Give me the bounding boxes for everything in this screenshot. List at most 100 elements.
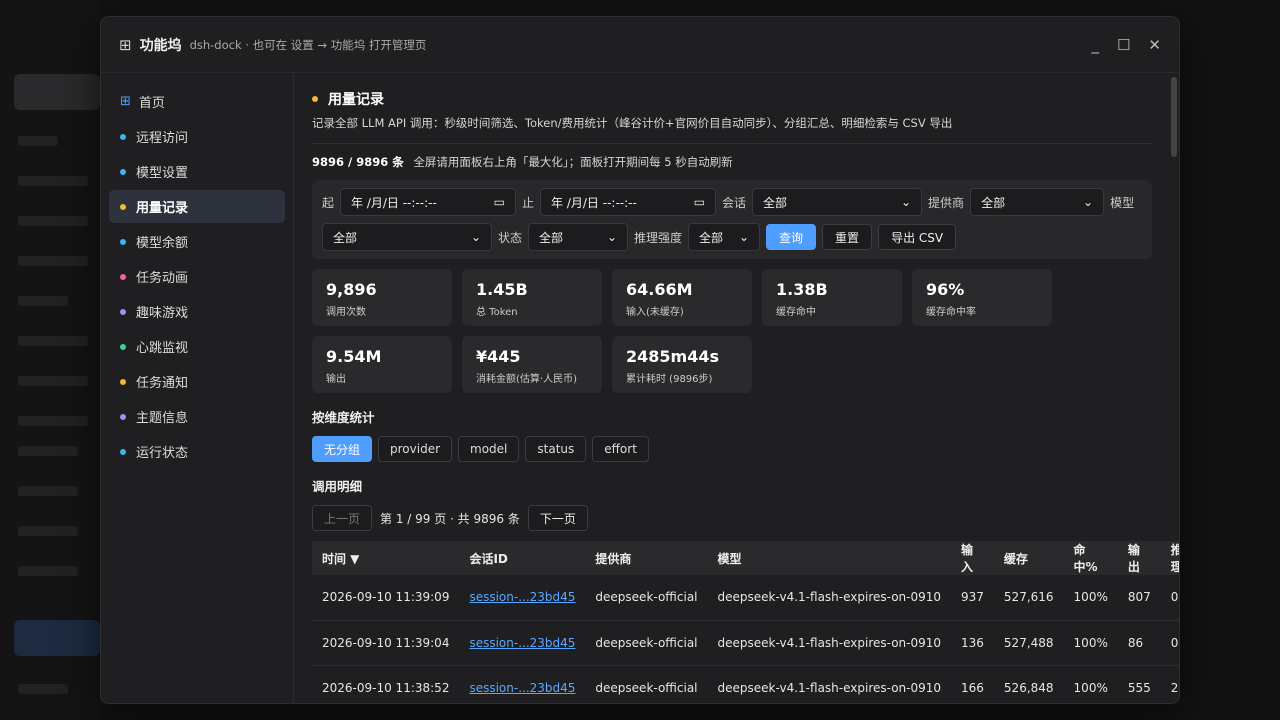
background-row (18, 416, 88, 426)
sidebar-item[interactable]: 用量记录 (109, 190, 285, 223)
background-row (18, 176, 88, 186)
group-button[interactable]: model (458, 436, 520, 462)
table-cell: deepseek-official (585, 665, 708, 703)
stat-card: 1.38B 缓存命中 (762, 269, 902, 326)
group-section-title: 按维度统计 (312, 410, 375, 425)
next-page-button[interactable]: 下一页 (527, 505, 588, 531)
table-cell: 166 (951, 665, 994, 703)
pager: 上一页 第 1 / 99 页 · 共 9896 条 下一页 (312, 505, 1161, 531)
from-datetime-input[interactable]: 年 /月/日 --:--:-- ▭ (340, 188, 517, 216)
background-row (18, 296, 68, 306)
table-cell: 2026-09-10 11:38:52 (312, 665, 460, 703)
minimize-button[interactable]: _ (1091, 36, 1099, 54)
sidebar: ⊞ 首页远程访问模型设置用量记录模型余额任务动画趣味游戏心跳监视 任务通知 主题信息运… (101, 73, 294, 703)
status-select[interactable]: 全部 ⌄ (528, 223, 629, 251)
session-link[interactable]: session-...23bd45 (469, 590, 575, 604)
table-cell: deepseek-v4.1-flash-expires-on-0910 (707, 665, 952, 703)
group-button[interactable]: 无分组 (312, 436, 373, 462)
stat-label: 缓存命中率 (926, 307, 976, 318)
provider-select[interactable]: 全部 ⌄ (970, 188, 1105, 216)
table-cell: 86 (1117, 620, 1161, 666)
sidebar-dot (120, 448, 126, 455)
sidebar-item[interactable]: 任务通知 (109, 365, 285, 398)
stat-label: 消耗金额(估算·人民币) (476, 374, 577, 385)
column-header: 推理 (1160, 541, 1179, 575)
export-csv-button[interactable]: 导出 CSV (878, 224, 957, 250)
chevron-down-icon: ⌄ (1083, 195, 1094, 209)
sidebar-item-label: 模型设置 (136, 166, 189, 181)
feature-dock-window: ⊞ 功能坞 dsh-dock · 也可在 设置 → 功能坞 打开管理页 _ ☐ … (100, 16, 1180, 704)
sidebar-item[interactable]: 模型设置 (109, 155, 285, 188)
window-controls: _ ☐ ✕ (1091, 36, 1161, 54)
sidebar-item[interactable]: 运行状态 (109, 435, 285, 468)
session-select[interactable]: 全部 ⌄ (752, 188, 923, 216)
sidebar-item[interactable]: 心跳监视 (109, 330, 285, 363)
stat-cards: 9,896 调用次数 1.45B 总 Token 64.66M 输入(未缓存) 1.38B 缓… (312, 269, 1072, 393)
sidebar-item-label: 任务动画 (136, 271, 189, 286)
sidebar-item[interactable]: 远程访问 (109, 120, 285, 153)
group-button[interactable]: provider (378, 436, 453, 462)
chevron-down-icon: ⌄ (606, 230, 618, 244)
stat-label: 缓存命中 (776, 307, 816, 318)
background-row (18, 566, 78, 576)
background-row (18, 684, 68, 694)
stat-card: 1.45B 总 Token (462, 269, 602, 326)
query-button[interactable]: 查询 (766, 224, 817, 250)
provider-label: 提供商 (928, 195, 965, 210)
from-datetime-value: 年 /月/日 --:--:-- (351, 195, 437, 210)
record-count-note: 全屏请用面板右上角「最大化」；面板打开期间每 5 秒自动刷新 (413, 155, 733, 169)
sidebar-item[interactable]: 模型余额 (109, 225, 285, 258)
record-count: 9896 / 9896 条 (312, 155, 404, 169)
scrollbar[interactable] (1171, 77, 1177, 157)
sidebar-item-label: 趣味游戏 (136, 306, 189, 321)
close-button[interactable]: ✕ (1148, 36, 1161, 54)
group-button[interactable]: effort (592, 436, 649, 462)
sidebar-item-label: 远程访问 (136, 131, 189, 146)
stat-value: 9,896 (326, 280, 377, 299)
reset-button[interactable]: 重置 (822, 224, 873, 250)
model-select[interactable]: 全部 ⌄ (322, 223, 492, 251)
effort-select[interactable]: 全部 ⌄ (688, 223, 761, 251)
sidebar-item[interactable]: 主题信息 (109, 400, 285, 433)
table-cell: 2026-09-10 11:39:04 (312, 620, 460, 666)
table-cell: 555 (1117, 665, 1161, 703)
stat-value: 2485m44s (626, 347, 719, 366)
sidebar-dot (120, 273, 126, 280)
column-header: 命中% (1063, 541, 1118, 575)
table-cell: 136 (951, 620, 994, 666)
divider (312, 143, 1152, 144)
maximize-button[interactable]: ☐ (1117, 36, 1130, 54)
column-header[interactable]: 时间 ▼ (312, 541, 460, 575)
column-header: 模型 (707, 541, 952, 575)
sidebar-item[interactable]: 趣味游戏 (109, 295, 285, 328)
group-button[interactable]: status (525, 436, 587, 462)
status-label: 状态 (498, 230, 523, 245)
sidebar-dot (120, 133, 126, 140)
table-row: 2026-09-10 11:39:04 session-...23bd45 deep… (312, 620, 1179, 666)
sidebar-item[interactable]: 任务动画 (109, 260, 285, 293)
stat-label: 输出 (326, 374, 346, 385)
background-row (18, 446, 78, 456)
sidebar-dot (120, 413, 126, 420)
sidebar-item[interactable]: ⊞ 首页 (109, 85, 285, 118)
table-cell: deepseek-v4.1-flash-expires-on-0910 (707, 620, 952, 666)
table-cell: 937 (951, 575, 994, 621)
to-datetime-input[interactable]: 年 /月/日 --:--:-- ▭ (540, 188, 717, 216)
effort-label: 推理强度 (634, 230, 683, 245)
section-dot (312, 96, 318, 102)
prev-page-button[interactable]: 上一页 (312, 505, 373, 531)
chevron-down-icon: ⌄ (470, 230, 481, 244)
group-buttons: 无分组 provider model status effort (312, 436, 1161, 462)
chevron-down-icon: ⌄ (900, 195, 912, 209)
usage-table: 时间 ▼会话ID提供商模型输入缓存命中%输出推理 2026-09-10 11:3… (312, 541, 1179, 703)
table-cell: 224 (1160, 665, 1179, 703)
column-header: 输入 (951, 541, 994, 575)
sidebar-item-label: 用量记录 (136, 201, 189, 216)
session-link[interactable]: session-...23bd45 (469, 681, 575, 695)
record-count-line: 9896 / 9896 条 全屏请用面板右上角「最大化」；面板打开期间每 5 秒… (312, 154, 1161, 170)
stat-value: 1.38B (776, 280, 828, 299)
session-link[interactable]: session-...23bd45 (469, 636, 575, 650)
stat-value: ¥445 (476, 347, 521, 366)
background-row (18, 486, 78, 496)
grid-icon: ⊞ (119, 35, 132, 54)
